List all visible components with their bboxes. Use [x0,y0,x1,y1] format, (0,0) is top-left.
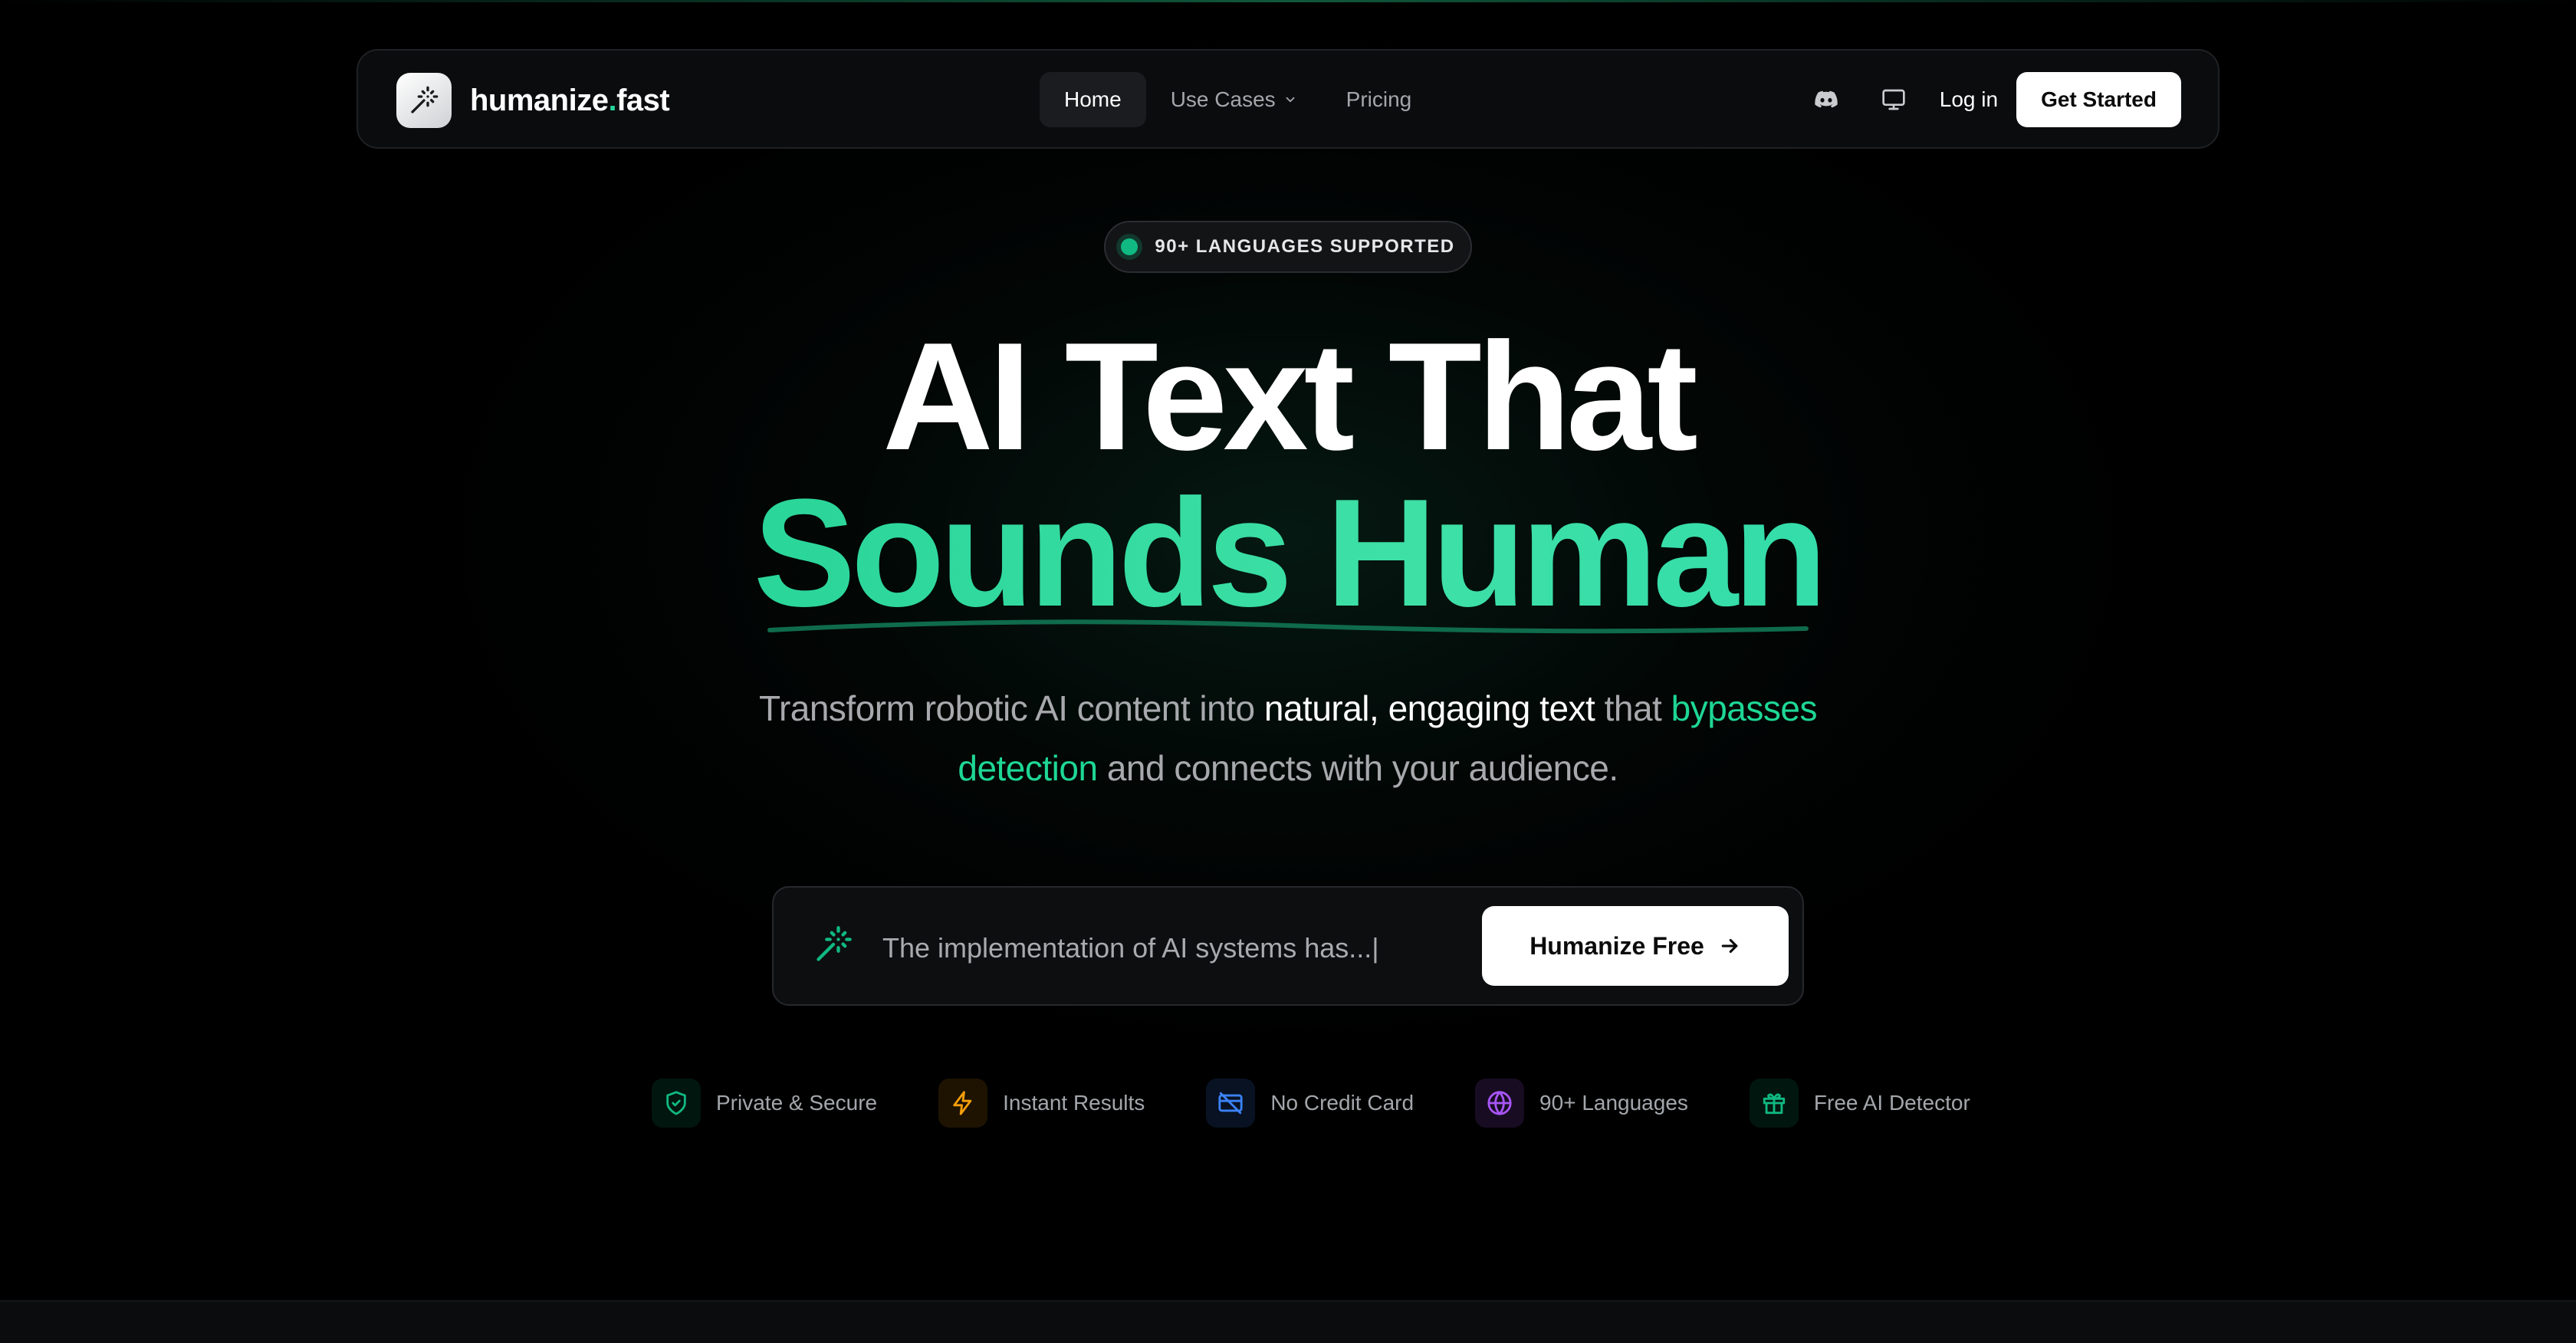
feature-list: Private & Secure Instant Results No Cred… [652,1078,1970,1128]
discord-icon[interactable] [1799,72,1854,127]
feature-private-secure: Private & Secure [652,1079,877,1128]
magic-wand-icon [396,73,452,128]
gift-icon [1749,1079,1799,1128]
globe-icon [1475,1079,1525,1128]
feature-label: 90+ Languages [1539,1091,1688,1115]
badge-text: 90+ LANGUAGES SUPPORTED [1155,236,1455,257]
next-section-edge [0,1300,2576,1343]
feature-label: Free AI Detector [1813,1091,1970,1115]
languages-badge: 90+ LANGUAGES SUPPORTED [1104,221,1472,273]
no-credit-card-icon [1206,1079,1256,1128]
humanize-input-bar: Humanize Free [772,886,1804,1006]
hero-title-line2: Sounds Human [0,477,2576,630]
feature-languages: 90+ Languages [1475,1079,1688,1128]
lightning-icon [938,1079,988,1128]
text-input[interactable] [881,926,1482,970]
login-link[interactable]: Log in [1940,87,1998,112]
arrow-right-icon [1718,934,1741,957]
feature-instant-results: Instant Results [938,1079,1145,1128]
magic-wand-icon [813,924,853,968]
nav-actions: Log in Get Started [1799,72,2181,127]
humanize-free-button[interactable]: Humanize Free [1482,906,1789,986]
nav-home[interactable]: Home [1040,72,1146,127]
hero-title-line1: AI Text That [882,311,1698,482]
get-started-button[interactable]: Get Started [2016,72,2181,127]
feature-label: Private & Secure [716,1091,878,1115]
hero-subtitle: Transform robotic AI content into natura… [759,688,1817,788]
title-underline [767,619,1809,634]
nav-use-cases[interactable]: Use Cases [1146,72,1322,127]
feature-no-credit-card: No Credit Card [1206,1079,1414,1128]
nav-pricing[interactable]: Pricing [1322,72,1437,127]
feature-label: Instant Results [1003,1091,1145,1115]
page: humanize.fast Home Use Cases Pricing Log… [0,0,2576,1343]
monitor-icon[interactable] [1866,72,1921,127]
feature-label: No Credit Card [1270,1091,1414,1115]
brand-logo[interactable]: humanize.fast [396,72,670,129]
status-dot-icon [1121,238,1138,255]
top-glow-line [0,0,2576,2]
humanize-button-label: Humanize Free [1530,931,1704,960]
navbar: humanize.fast Home Use Cases Pricing Log… [356,49,2220,149]
feature-free-ai-detector: Free AI Detector [1749,1079,1970,1128]
chevron-down-icon [1283,93,1297,107]
nav-links: Home Use Cases Pricing [1040,72,1436,127]
shield-icon [652,1079,701,1128]
brand-name: humanize.fast [470,83,670,117]
